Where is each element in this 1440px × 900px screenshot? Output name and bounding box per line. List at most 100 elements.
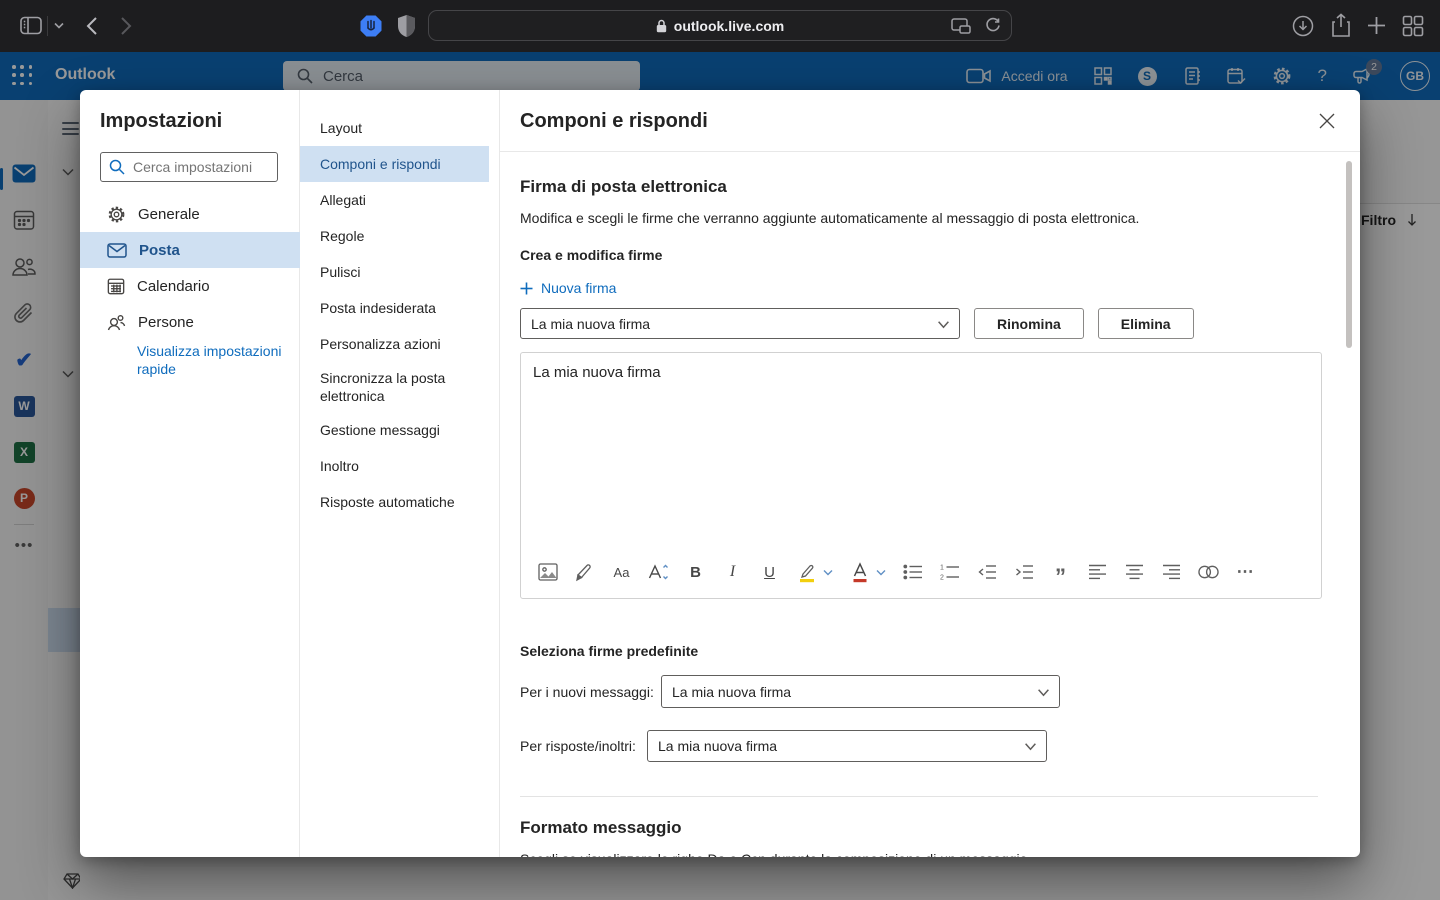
delete-button[interactable]: Elimina <box>1098 308 1194 339</box>
format-heading: Formato messaggio <box>520 818 1320 838</box>
bullet-list-icon[interactable] <box>902 561 923 583</box>
people-icon <box>107 314 126 331</box>
calendar-icon <box>107 277 125 295</box>
plus-icon <box>520 282 533 295</box>
subcategory-allegati[interactable]: Allegati <box>300 182 489 218</box>
close-icon[interactable] <box>1318 112 1338 132</box>
signature-description: Modifica e scegli le firme che verranno … <box>520 210 1320 226</box>
replies-select[interactable]: La mia nuova firma <box>647 730 1047 762</box>
chevron-down-icon <box>1024 740 1037 753</box>
panel-title: Componi e rispondi <box>520 110 708 133</box>
new-signature-button[interactable]: Nuova firma <box>520 280 1320 296</box>
chevron-down-icon <box>937 318 950 331</box>
subcategory-regole[interactable]: Regole <box>300 218 489 254</box>
quick-settings-link[interactable]: Visualizza impostazioni rapide <box>137 342 287 378</box>
default-signatures-heading: Seleziona firme predefinite <box>520 643 1320 659</box>
signature-editor-content[interactable]: La mia nuova firma <box>533 364 661 381</box>
more-options-icon[interactable]: ⋯ <box>1235 561 1256 583</box>
new-tab-icon[interactable] <box>1366 15 1387 36</box>
font-size-icon[interactable] <box>648 561 669 583</box>
replies-value: La mia nuova firma <box>658 738 777 754</box>
subcategory-componi-e-rispondi[interactable]: Componi e rispondi <box>300 146 489 182</box>
reload-icon[interactable] <box>985 17 1001 34</box>
new-signature-label: Nuova firma <box>541 280 616 296</box>
bold-icon[interactable]: B <box>685 561 706 583</box>
align-center-icon[interactable] <box>1124 561 1145 583</box>
highlight-dropdown-icon[interactable] <box>823 561 833 583</box>
category-label: Calendario <box>137 278 210 295</box>
settings-title: Impostazioni <box>100 110 222 133</box>
decrease-indent-icon[interactable] <box>976 561 997 583</box>
category-label: Generale <box>138 206 200 223</box>
signature-heading: Firma di posta elettronica <box>520 177 1320 197</box>
insert-image-icon[interactable] <box>537 561 558 583</box>
search-icon <box>109 159 125 175</box>
category-posta[interactable]: Posta <box>80 232 300 268</box>
forward-icon[interactable] <box>120 16 132 36</box>
rename-button[interactable]: Rinomina <box>974 308 1084 339</box>
settings-sidebar: Impostazioni Generale Posta Calendario P… <box>80 90 300 857</box>
numbered-list-icon[interactable]: 12 <box>939 561 960 583</box>
sidebar-toggle-icon[interactable] <box>20 16 42 35</box>
mail-icon <box>107 243 127 258</box>
url-text: outlook.live.com <box>674 18 784 34</box>
settings-subnav: Layout Componi e rispondi Allegati Regol… <box>300 90 500 857</box>
font-color-dropdown-icon[interactable] <box>876 561 886 583</box>
address-bar[interactable]: outlook.live.com <box>428 10 1012 41</box>
signature-select-value: La mia nuova firma <box>531 316 650 332</box>
editor-toolbar: Aa B I U <box>537 554 1313 590</box>
replies-label: Per risposte/inoltri: <box>520 738 647 754</box>
privacy-shield-icon[interactable] <box>397 14 416 38</box>
category-generale[interactable]: Generale <box>80 196 300 232</box>
font-name-icon[interactable]: Aa <box>611 561 632 583</box>
divider <box>47 16 48 36</box>
font-color-icon[interactable] <box>849 561 870 583</box>
align-right-icon[interactable] <box>1161 561 1182 583</box>
subcategory-risposte-automatiche[interactable]: Risposte automatiche <box>300 484 489 520</box>
settings-panel: Componi e rispondi Firma di posta elettr… <box>500 90 1360 857</box>
category-persone[interactable]: Persone <box>80 304 300 340</box>
subcategory-inoltro[interactable]: Inoltro <box>300 448 489 484</box>
gear-icon <box>107 205 126 224</box>
quote-icon[interactable]: ” <box>1050 561 1071 583</box>
align-left-icon[interactable] <box>1087 561 1108 583</box>
page-preview-icon[interactable] <box>951 18 971 34</box>
format-painter-icon[interactable] <box>574 561 595 583</box>
subcategory-sincronizza-posta[interactable]: Sincronizza la posta elettronica <box>300 362 489 412</box>
format-description: Scegli se visualizzare le righe Da e Ccn… <box>520 851 1320 857</box>
chevron-down-icon <box>1037 686 1050 699</box>
create-signatures-heading: Crea e modifica firme <box>520 247 1320 263</box>
new-messages-label: Per i nuovi messaggi: <box>520 684 661 700</box>
settings-search[interactable] <box>100 152 278 182</box>
new-messages-value: La mia nuova firma <box>672 684 791 700</box>
italic-icon[interactable]: I <box>722 561 743 583</box>
highlight-icon[interactable] <box>796 561 817 583</box>
increase-indent-icon[interactable] <box>1013 561 1034 583</box>
settings-search-input[interactable] <box>100 152 278 182</box>
section-divider <box>520 796 1318 797</box>
scrollbar[interactable] <box>1346 161 1352 348</box>
subcategory-personalizza-azioni[interactable]: Personalizza azioni <box>300 326 489 362</box>
downloads-icon[interactable] <box>1292 15 1314 37</box>
category-label: Posta <box>139 242 180 259</box>
subcategory-pulisci[interactable]: Pulisci <box>300 254 489 290</box>
subcategory-gestione-messaggi[interactable]: Gestione messaggi <box>300 412 489 448</box>
lock-icon <box>656 19 667 33</box>
settings-modal: Impostazioni Generale Posta Calendario P… <box>80 90 1360 857</box>
subcategory-posta-indesiderata[interactable]: Posta indesiderata <box>300 290 489 326</box>
signature-editor[interactable]: La mia nuova firma Aa B I U <box>520 352 1322 599</box>
tab-overview-icon[interactable] <box>1402 15 1424 37</box>
back-icon[interactable] <box>86 16 98 36</box>
category-calendario[interactable]: Calendario <box>80 268 300 304</box>
svg-text:1: 1 <box>940 565 944 572</box>
svg-text:2: 2 <box>940 575 944 581</box>
sidebar-menu-chevron-icon[interactable] <box>54 22 64 29</box>
new-messages-select[interactable]: La mia nuova firma <box>661 675 1060 708</box>
content-blocker-icon[interactable] <box>359 14 383 38</box>
share-icon[interactable] <box>1331 13 1351 38</box>
underline-icon[interactable]: U <box>759 561 780 583</box>
browser-chrome: outlook.live.com <box>0 0 1440 52</box>
subcategory-layout[interactable]: Layout <box>300 110 489 146</box>
insert-link-icon[interactable] <box>1198 561 1219 583</box>
signature-select[interactable]: La mia nuova firma <box>520 308 960 339</box>
